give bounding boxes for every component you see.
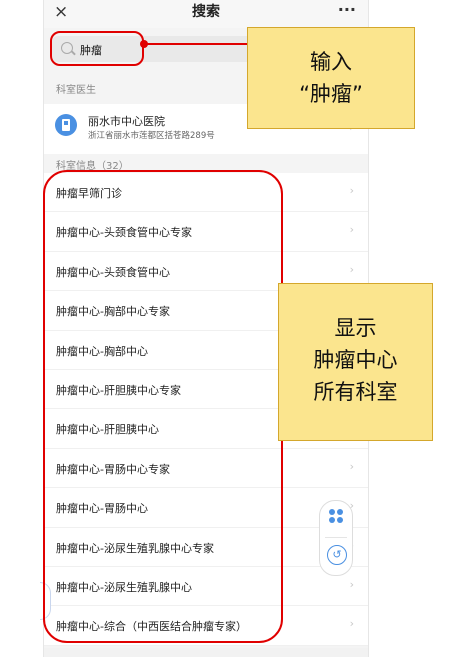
floating-toolbar: ↺ — [319, 500, 353, 576]
search-highlight-box — [50, 31, 144, 66]
back-icon[interactable]: ↺ — [327, 545, 347, 565]
result-note-line-3: 所有科室 — [313, 380, 398, 404]
connector-line — [145, 43, 249, 45]
hospital-name: 丽水市中心医院 — [88, 115, 165, 128]
apps-icon[interactable] — [329, 509, 343, 523]
hospital-address: 浙江省丽水市莲都区括苍路289号 — [88, 131, 215, 141]
input-note-line-1: 输入 — [310, 50, 352, 74]
system-nav-bar — [44, 648, 368, 657]
results-highlight-box — [43, 170, 283, 643]
page-title: 搜索 — [192, 4, 220, 20]
nav-bar: × 搜索 ··· — [44, 0, 368, 28]
section-label-hospital: 科室医生 — [56, 85, 96, 96]
input-note-line-2: “肿瘤” — [299, 82, 363, 106]
input-note: 输入 “肿瘤” — [247, 27, 415, 129]
chevron-right-icon: › — [349, 262, 354, 276]
divider — [325, 537, 347, 538]
hospital-logo-icon — [55, 114, 77, 136]
chevron-right-icon: › — [349, 223, 354, 237]
more-icon[interactable]: ··· — [338, 0, 356, 24]
chevron-right-icon: › — [349, 577, 354, 591]
result-note: 显示 肿瘤中心 所有科室 — [278, 283, 433, 441]
chevron-right-icon: › — [349, 459, 354, 473]
result-note-line-1: 显示 — [334, 316, 377, 340]
result-note-line-2: 肿瘤中心 — [313, 348, 398, 372]
chevron-right-icon: › — [349, 184, 354, 197]
chevron-right-icon: › — [349, 617, 354, 631]
